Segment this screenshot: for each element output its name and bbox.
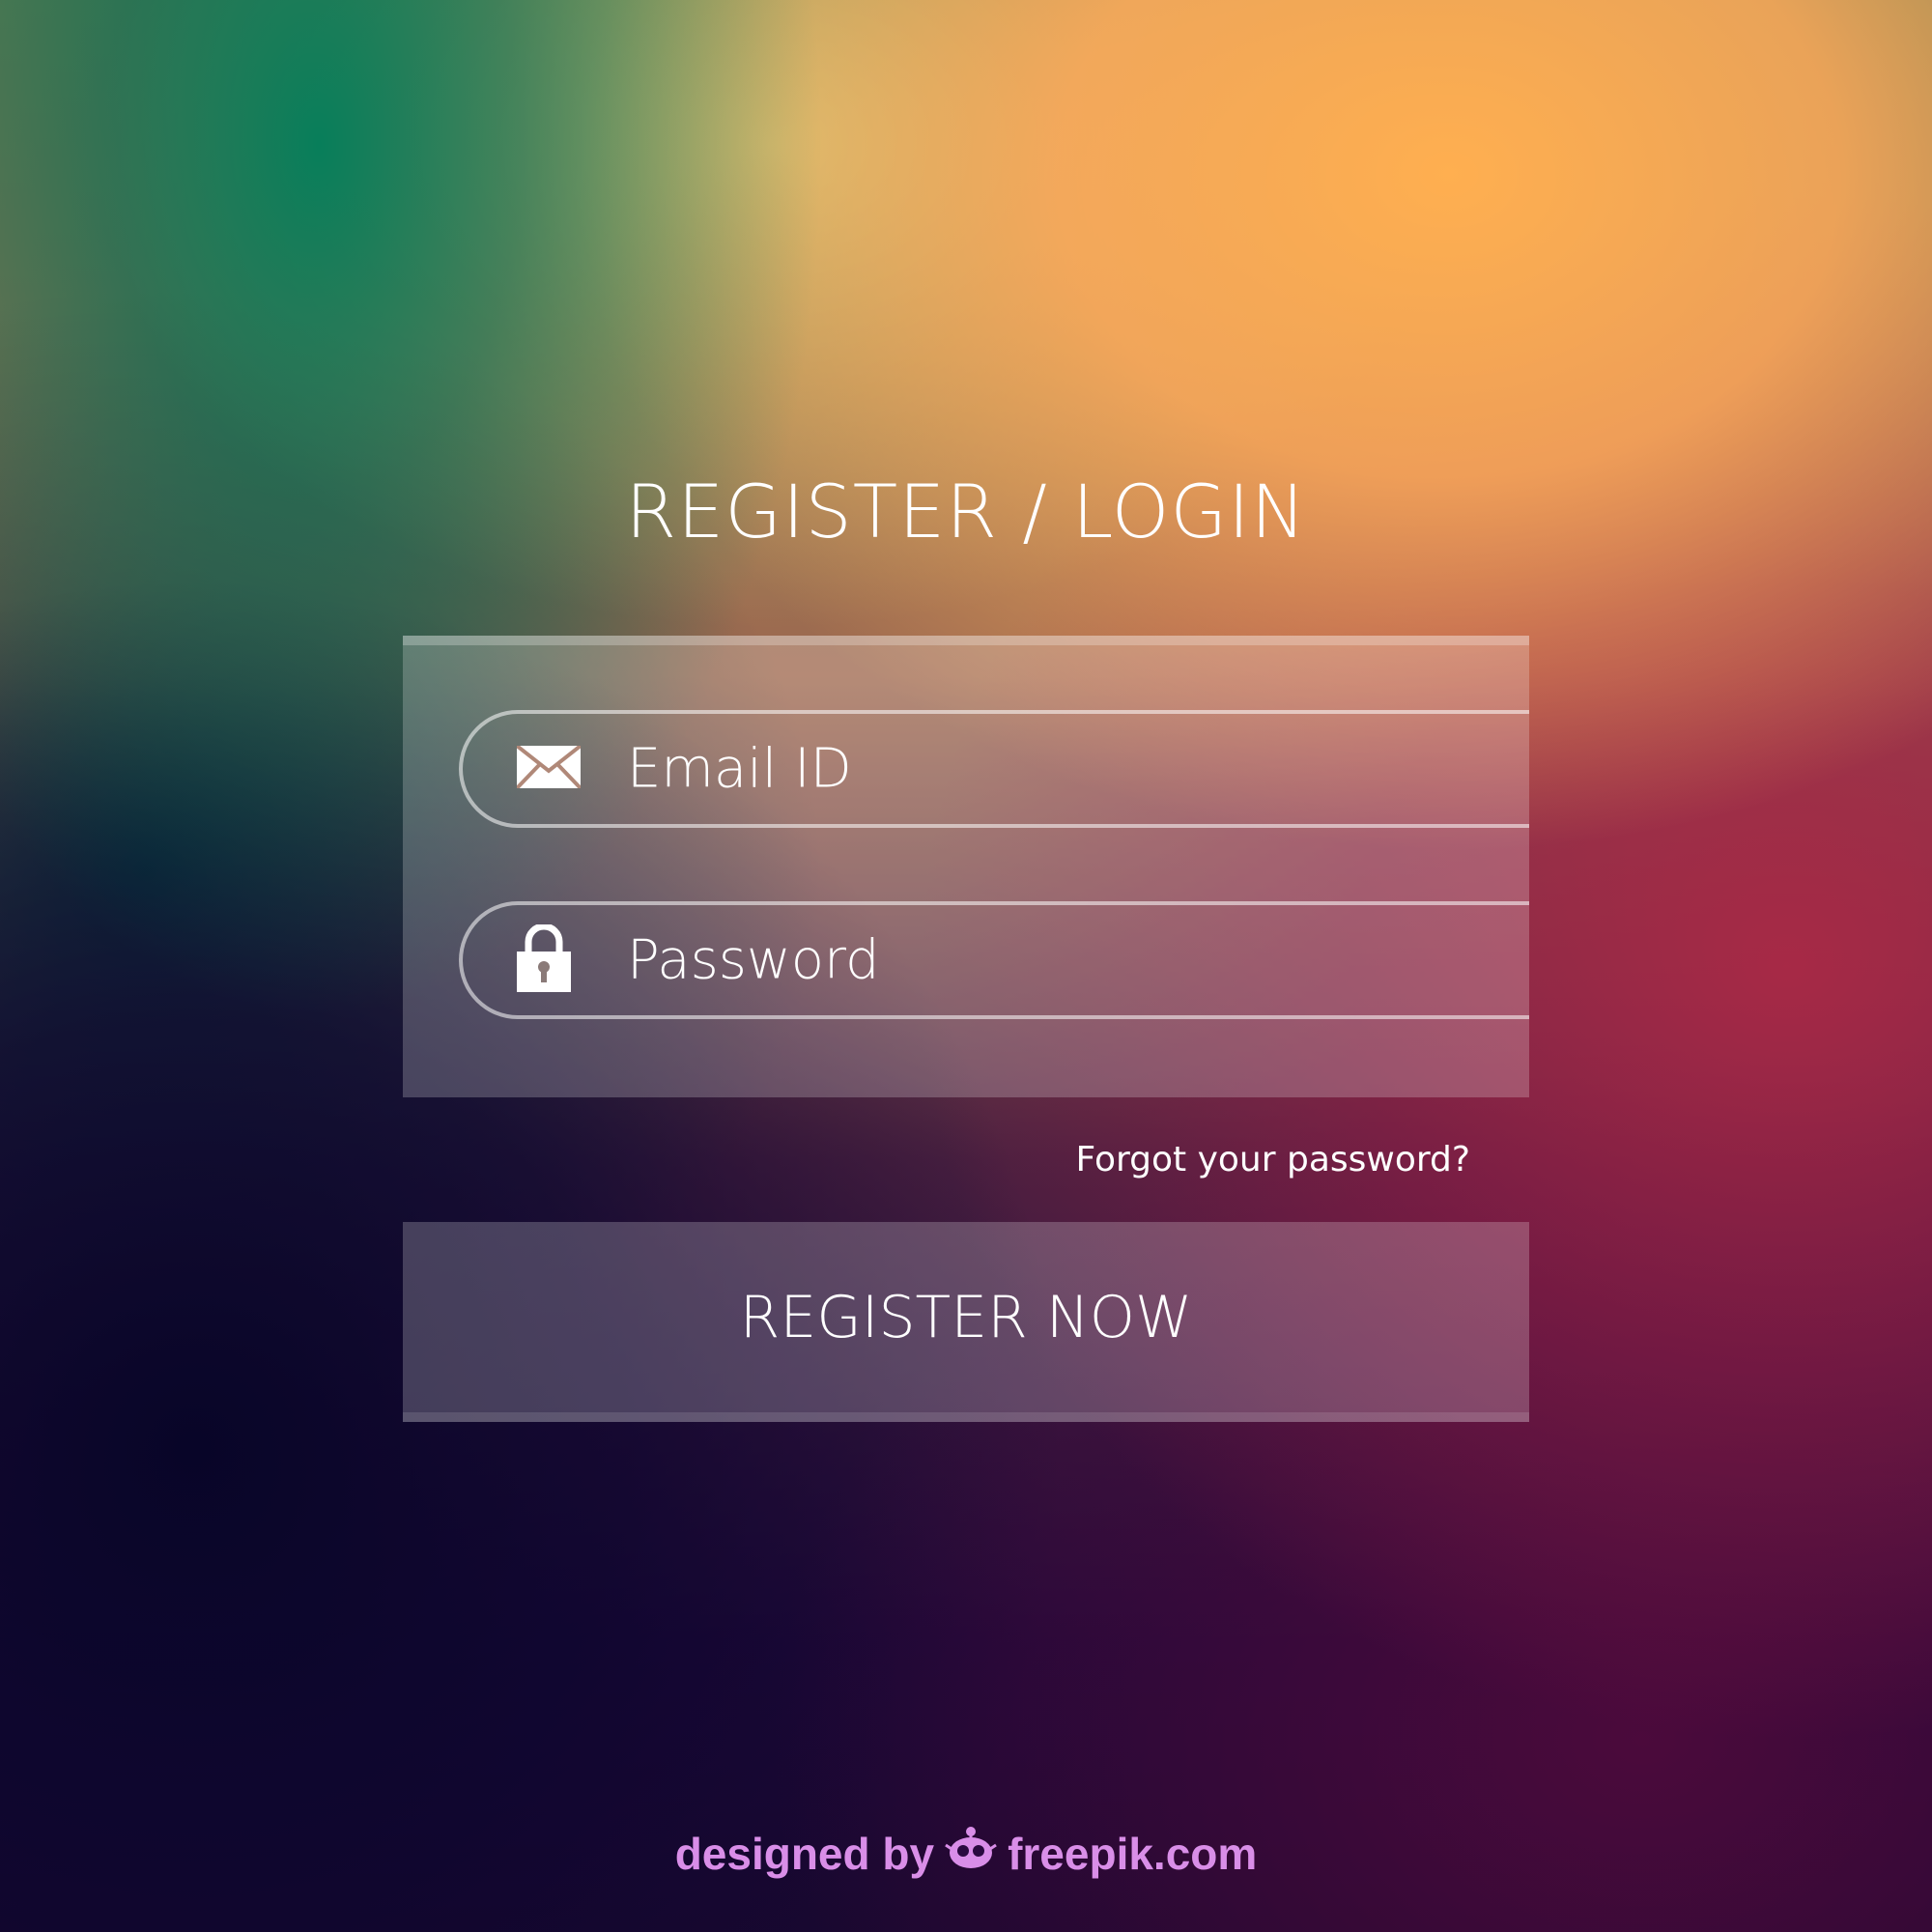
register-now-button[interactable]: REGISTER NOW	[403, 1222, 1529, 1422]
email-placeholder: Email ID	[627, 737, 852, 801]
lock-icon	[517, 923, 571, 996]
password-field[interactable]: Password	[459, 901, 1529, 1019]
freepik-logo-icon	[944, 1824, 998, 1883]
forgot-password-link[interactable]: Forgot your password?	[1076, 1140, 1470, 1179]
credit-prefix: designed by	[674, 1828, 935, 1879]
register-now-label: REGISTER NOW	[739, 1283, 1193, 1351]
page-title: REGISTER / LOGIN	[625, 469, 1307, 554]
envelope-icon	[515, 744, 582, 792]
credit-brand[interactable]: freepik.com	[1008, 1828, 1257, 1880]
login-form-panel: Email ID Password	[403, 636, 1529, 1097]
credit-line: designed by freepik.com	[0, 1824, 1932, 1883]
password-placeholder: Password	[627, 928, 880, 992]
email-field[interactable]: Email ID	[459, 710, 1529, 828]
